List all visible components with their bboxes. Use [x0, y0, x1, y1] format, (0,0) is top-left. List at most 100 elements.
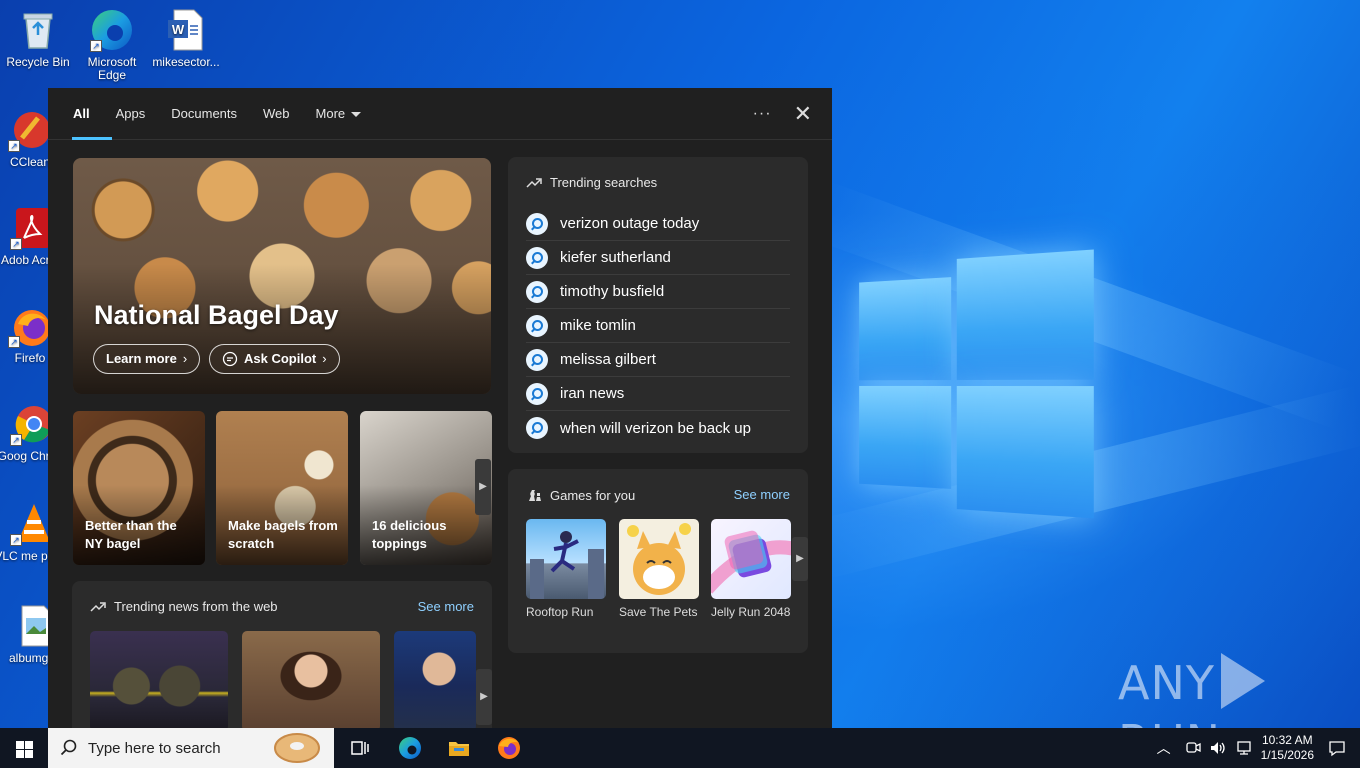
tab-more-label: More — [315, 105, 346, 121]
windows-logo-wallpaper — [859, 249, 1096, 520]
desktop-icon-edge[interactable]: ↗ Microsoft Edge — [74, 8, 150, 82]
trending-search-item[interactable]: mike tomlin — [526, 309, 790, 343]
recycle-bin-icon — [16, 8, 60, 52]
jelly-run-2048-thumbnail — [711, 519, 791, 599]
news-thumbnail[interactable] — [90, 631, 228, 728]
taskbar-search-box[interactable]: Type here to search — [48, 728, 334, 768]
trending-search-text: melissa gilbert — [560, 351, 656, 368]
desktop-icon-label: Microsoft Edge — [87, 55, 137, 82]
taskbar-edge-icon[interactable] — [398, 736, 422, 760]
ask-copilot-label: Ask Copilot — [244, 351, 317, 366]
word-document-icon: W — [164, 8, 208, 52]
search-icon — [60, 739, 77, 756]
chevron-up-icon[interactable]: ︿ — [1157, 738, 1171, 758]
game-tile[interactable]: Rooftop Run — [526, 519, 606, 619]
games-see-more-link[interactable]: See more — [734, 487, 790, 502]
topic-card[interactable]: Make bagels from scratch — [216, 411, 348, 565]
search-tabs: All Apps Documents Web More ··· ✕ — [48, 88, 832, 140]
save-the-pets-thumbnail — [619, 519, 699, 599]
learn-more-label: Learn more — [106, 351, 177, 366]
rooftop-run-thumbnail — [526, 519, 606, 599]
clock-time: 10:32 AM — [1261, 733, 1313, 747]
tab-apps[interactable]: Apps — [103, 88, 159, 140]
edge-icon: ↗ — [90, 8, 134, 52]
trending-news-see-more-link[interactable]: See more — [418, 599, 474, 614]
file-explorer-icon[interactable] — [447, 736, 471, 760]
taskbar-firefox-icon[interactable] — [497, 736, 521, 760]
games-scroll-right-button[interactable]: ▶ — [792, 537, 808, 581]
topic-card[interactable]: Better than the NY bagel — [73, 411, 205, 565]
chevron-right-icon: › — [322, 351, 327, 366]
trending-search-item[interactable]: kiefer sutherland — [526, 241, 790, 275]
trending-search-item[interactable]: melissa gilbert — [526, 343, 790, 377]
search-icon — [526, 314, 548, 337]
search-icon — [526, 280, 548, 303]
game-tile[interactable]: Jelly Run 2048 — [711, 519, 791, 619]
volume-icon[interactable] — [1209, 740, 1227, 756]
trending-search-text: kiefer sutherland — [560, 249, 671, 266]
news-thumbnail[interactable] — [242, 631, 380, 728]
desktop-icon-recycle-bin[interactable]: Recycle Bin — [0, 8, 76, 69]
taskbar-search-placeholder: Type here to search — [88, 739, 221, 757]
trending-news-section: Trending news from the web See more ▶ — [72, 581, 492, 728]
bagel-doodle-icon — [274, 733, 320, 763]
game-name: Save The Pets — [619, 605, 698, 619]
chevron-down-icon — [351, 111, 362, 117]
game-pieces-icon — [529, 490, 541, 501]
hero-card[interactable]: National Bagel Day Learn more › Ask Copi… — [73, 158, 491, 394]
search-icon — [526, 417, 548, 439]
trending-search-text: when will verizon be back up — [560, 419, 751, 437]
network-icon[interactable] — [1235, 740, 1253, 756]
taskbar-clock[interactable]: 10:32 AM 1/15/2026 — [1261, 733, 1314, 763]
clock-date: 1/15/2026 — [1260, 748, 1314, 762]
game-tile[interactable]: Save The Pets — [619, 519, 699, 619]
taskbar: Type here to search ︿ 10:32 AM 1/15/2026 — [0, 728, 1360, 768]
hero-title: National Bagel Day — [94, 300, 339, 330]
trending-arrow-icon — [526, 177, 542, 188]
news-scroll-right-button[interactable]: ▶ — [476, 669, 492, 725]
tab-more[interactable]: More — [303, 88, 375, 140]
tab-all[interactable]: All — [60, 88, 112, 140]
desktop-icon-label: mikesector... — [152, 55, 220, 69]
desktop-icon-word-doc[interactable]: W mikesector... — [148, 8, 224, 69]
tab-web[interactable]: Web — [250, 88, 303, 140]
game-name: Jelly Run 2048 — [711, 605, 791, 619]
notifications-icon[interactable] — [1328, 739, 1346, 757]
firefox-icon: ↗ — [8, 304, 52, 348]
trending-search-item[interactable]: verizon outage today — [526, 207, 790, 241]
trending-search-item[interactable]: when will verizon be back up — [526, 411, 790, 445]
start-button[interactable] — [0, 728, 48, 768]
system-tray: ︿ 10:32 AM 1/15/2026 — [1157, 728, 1360, 768]
topic-card-caption: 16 delicious toppings — [372, 518, 447, 551]
desktop-icon-label: Recycle Bin — [6, 55, 70, 69]
learn-more-button[interactable]: Learn more › — [93, 344, 201, 374]
games-section: Games for you See more Rooftop Run Save … — [508, 469, 808, 653]
tab-documents[interactable]: Documents — [158, 88, 250, 140]
trending-search-text: iran news — [560, 385, 625, 402]
windows-search-panel: All Apps Documents Web More ··· ✕ Nation… — [48, 88, 832, 728]
chat-bubble-icon — [222, 351, 238, 367]
trending-search-text: mike tomlin — [560, 317, 636, 334]
trending-search-item[interactable]: iran news — [526, 377, 790, 411]
news-thumbnail[interactable] — [394, 631, 476, 728]
search-icon — [526, 246, 548, 269]
task-view-icon[interactable] — [348, 736, 372, 760]
meet-now-icon[interactable] — [1185, 740, 1201, 756]
ask-copilot-button[interactable]: Ask Copilot › — [209, 344, 340, 374]
anyrun-watermark: ANYRUN — [1118, 652, 1360, 728]
games-title: Games for you — [550, 487, 636, 503]
topic-card-caption: Make bagels from scratch — [228, 518, 338, 551]
trending-news-title: Trending news from the web — [114, 599, 278, 614]
trending-search-text: verizon outage today — [560, 215, 700, 232]
cards-scroll-right-button[interactable]: ▶ — [475, 459, 491, 515]
close-button[interactable]: ✕ — [794, 103, 812, 125]
search-icon — [526, 212, 548, 235]
more-options-button[interactable]: ··· — [753, 105, 772, 123]
trending-searches-title: Trending searches — [550, 175, 658, 190]
topic-cards: Better than the NY bagel Make bagels fro… — [73, 411, 492, 565]
topic-card[interactable]: 16 delicious toppings — [360, 411, 492, 565]
svg-text:W: W — [172, 22, 185, 37]
trending-arrow-icon — [90, 601, 106, 612]
trending-search-text: timothy busfield — [560, 283, 665, 300]
trending-search-item[interactable]: timothy busfield — [526, 275, 790, 309]
